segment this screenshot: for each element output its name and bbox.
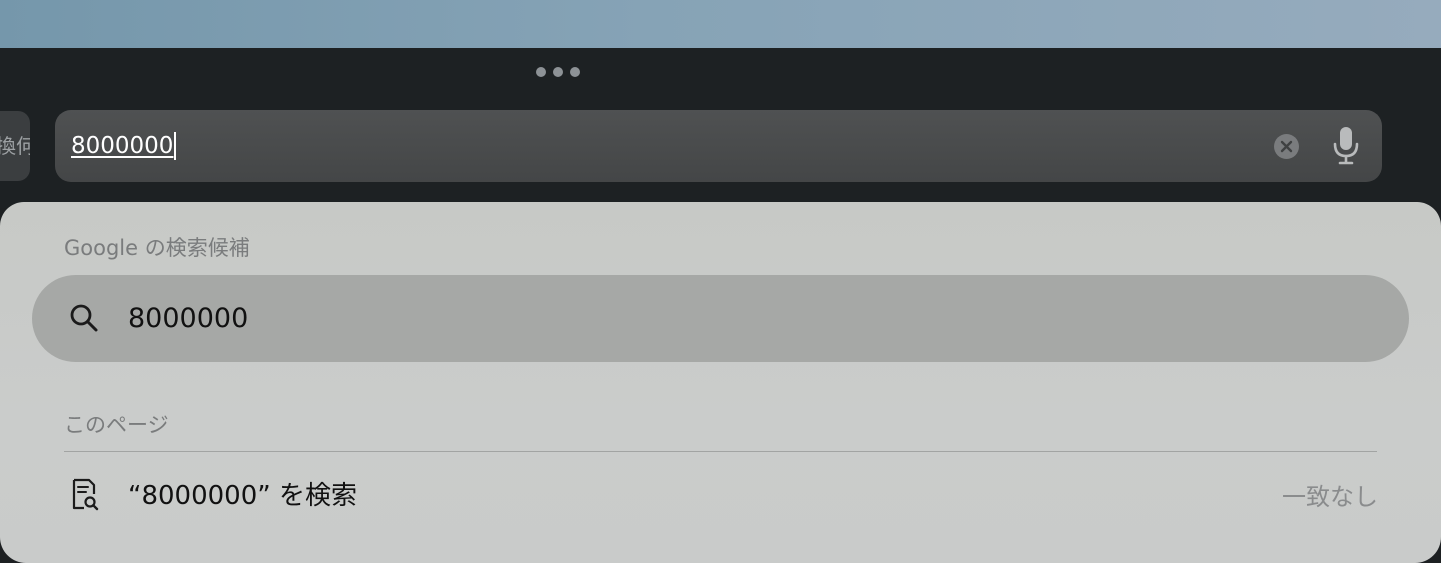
previous-tab[interactable]: 換何 xyxy=(0,111,30,181)
address-input-value: 8000000 xyxy=(71,133,174,159)
clear-text-button[interactable] xyxy=(1274,134,1299,159)
section-divider xyxy=(64,451,1377,452)
previous-tab-label: 換何 xyxy=(0,134,30,158)
find-in-page-item[interactable]: “8000000” を検索 一致なし xyxy=(40,466,1400,530)
this-page-header: このページ xyxy=(64,413,169,437)
match-status-label: 一致なし xyxy=(1282,483,1378,511)
search-suggestion-item[interactable]: 8000000 xyxy=(32,275,1409,362)
search-icon xyxy=(70,304,98,332)
address-bar[interactable]: 8000000 xyxy=(55,110,1382,182)
wallpaper-strip xyxy=(0,0,1441,48)
google-suggestions-header: Google の検索候補 xyxy=(64,236,250,260)
dot-icon xyxy=(536,66,546,77)
x-circle-icon xyxy=(1280,140,1293,153)
text-caret xyxy=(174,132,177,160)
search-suggestion-text: 8000000 xyxy=(128,303,249,334)
dot-icon xyxy=(553,66,563,77)
voice-search-button[interactable] xyxy=(1331,125,1361,167)
address-input[interactable]: 8000000 xyxy=(71,132,177,160)
dot-icon xyxy=(570,66,580,77)
find-in-page-text: “8000000” を検索 xyxy=(128,481,357,511)
find-in-page-icon xyxy=(72,478,99,511)
microphone-icon xyxy=(1333,127,1359,165)
multitasking-menu-button[interactable] xyxy=(536,66,580,77)
